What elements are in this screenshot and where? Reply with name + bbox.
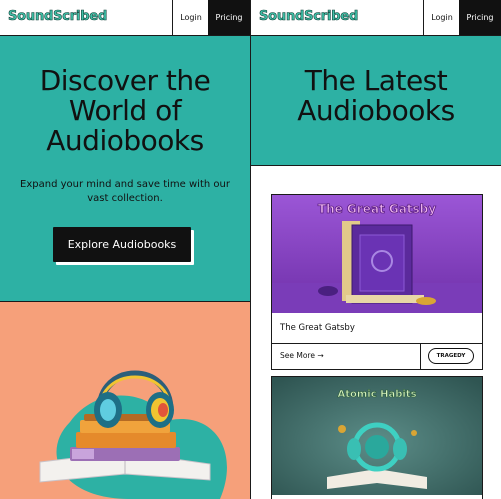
brand-logo[interactable]: SoundScribed xyxy=(8,9,108,25)
latest-title: The Latest Audiobooks xyxy=(251,66,501,126)
hero-section: Discover the World of Audiobooks Expand … xyxy=(0,36,250,302)
page: SoundScribed Login Pricing Discover the … xyxy=(0,0,501,499)
home-screen: SoundScribed Login Pricing Discover the … xyxy=(0,0,250,499)
hero-subtitle-line: vast collection. xyxy=(87,193,163,204)
hero-subtitle-line: Expand your mind and save time with our xyxy=(20,179,230,190)
headphones-books-image xyxy=(0,302,250,499)
latest-title-line: Audiobooks xyxy=(297,94,455,127)
pricing-link[interactable]: Pricing xyxy=(208,0,250,35)
hero-title-line: World of xyxy=(68,94,182,127)
book-title: The Great Gatsby xyxy=(280,323,355,333)
card-footer: See More → TRAGEDY xyxy=(272,343,482,369)
brand-logo[interactable]: SoundScribed xyxy=(259,9,359,25)
hero-title-line: Discover the xyxy=(39,64,211,97)
latest-section-header: The Latest Audiobooks xyxy=(251,36,501,166)
genre-tag[interactable]: TRAGEDY xyxy=(428,348,474,364)
cover-title: Atomic Habits xyxy=(337,389,416,400)
library-screen: SoundScribed Login Pricing The Latest Au… xyxy=(251,0,501,499)
login-link[interactable]: Login xyxy=(423,0,460,35)
pricing-link[interactable]: Pricing xyxy=(459,0,501,35)
latest-title-line: The Latest xyxy=(304,64,448,97)
see-more-link[interactable]: See More → xyxy=(280,351,324,360)
explore-audiobooks-button[interactable]: Explore Audiobooks xyxy=(53,227,191,262)
atomic-habits-cover: Atomic Habits xyxy=(272,377,482,495)
headphones-books-illustration xyxy=(0,302,250,499)
hero-title: Discover the World of Audiobooks xyxy=(0,66,250,156)
top-nav: SoundScribed Login Pricing xyxy=(0,0,250,36)
audiobook-card[interactable]: Atomic Habits xyxy=(271,376,483,499)
hero-title-line: Audiobooks xyxy=(46,124,204,157)
audiobook-card[interactable]: The Great Gatsby The Great Gatsby See Mo… xyxy=(271,194,483,370)
book-cover-image: Atomic Habits xyxy=(272,377,482,495)
hero-subtitle: Expand your mind and save time with our … xyxy=(20,178,230,206)
footer-divider xyxy=(420,344,421,369)
great-gatsby-cover: The Great Gatsby xyxy=(272,195,482,313)
top-nav: SoundScribed Login Pricing xyxy=(251,0,501,36)
cover-title: The Great Gatsby xyxy=(318,202,436,216)
book-cover-image: The Great Gatsby xyxy=(272,195,482,313)
login-link[interactable]: Login xyxy=(172,0,209,35)
